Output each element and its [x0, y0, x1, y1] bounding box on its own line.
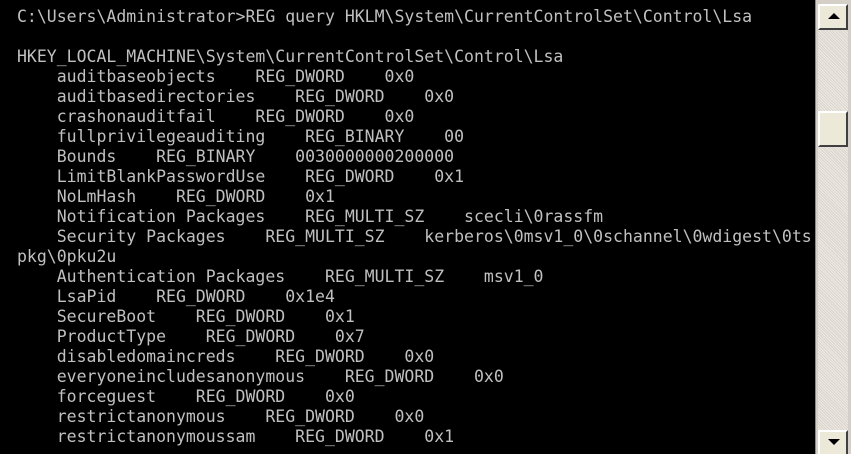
registry-value-row: crashonauditfail REG_DWORD 0x0: [17, 107, 415, 126]
registry-value-row: SecureBoot REG_DWORD 0x1: [17, 307, 355, 326]
registry-value-row: restrictanonymous REG_DWORD 0x0: [17, 407, 425, 426]
registry-value-row: restrictanonymoussam REG_DWORD 0x1: [17, 427, 455, 446]
registry-value-row: Notification Packages REG_MULTI_SZ scecl…: [17, 207, 604, 226]
registry-value-row: Security Packages REG_MULTI_SZ kerberos\…: [17, 227, 812, 246]
registry-key-path: HKEY_LOCAL_MACHINE\System\CurrentControl…: [17, 47, 564, 66]
registry-value-row: LimitBlankPasswordUse REG_DWORD 0x1: [17, 167, 465, 186]
registry-value-row: everyoneincludesanonymous REG_DWORD 0x0: [17, 367, 504, 386]
scroll-down-button[interactable]: [818, 430, 848, 454]
registry-value-row: ProductType REG_DWORD 0x7: [17, 327, 365, 346]
registry-value-row: disabledomaincreds REG_DWORD 0x0: [17, 347, 435, 366]
command-line: C:\Users\Administrator>REG query HKLM\Sy…: [17, 7, 753, 26]
registry-value-row: auditbasedirectories REG_DWORD 0x0: [17, 87, 455, 106]
arrow-down-icon: [828, 439, 840, 445]
registry-value-row: auditbaseobjects REG_DWORD 0x0: [17, 67, 415, 86]
registry-value-row: forceguest REG_DWORD 0x0: [17, 387, 355, 406]
registry-value-row: Bounds REG_BINARY 0030000000200000: [17, 147, 455, 166]
vertical-scrollbar[interactable]: [815, 0, 851, 454]
registry-value-wrap: pkg\0pku2u: [17, 247, 117, 266]
scroll-up-button[interactable]: [818, 4, 848, 30]
console-window: C:\Users\Administrator>REG query HKLM\Sy…: [0, 0, 851, 454]
registry-value-row: NoLmHash REG_DWORD 0x1: [17, 187, 335, 206]
console-output[interactable]: C:\Users\Administrator>REG query HKLM\Sy…: [0, 0, 815, 454]
registry-value-row: Authentication Packages REG_MULTI_SZ msv…: [17, 267, 544, 286]
arrow-up-icon: [828, 13, 840, 19]
registry-value-row: LsaPid REG_DWORD 0x1e4: [17, 287, 335, 306]
scrollbar-track[interactable]: [818, 30, 848, 430]
scrollbar-thumb[interactable]: [818, 111, 848, 147]
registry-value-row: fullprivilegeauditing REG_BINARY 00: [17, 127, 465, 146]
